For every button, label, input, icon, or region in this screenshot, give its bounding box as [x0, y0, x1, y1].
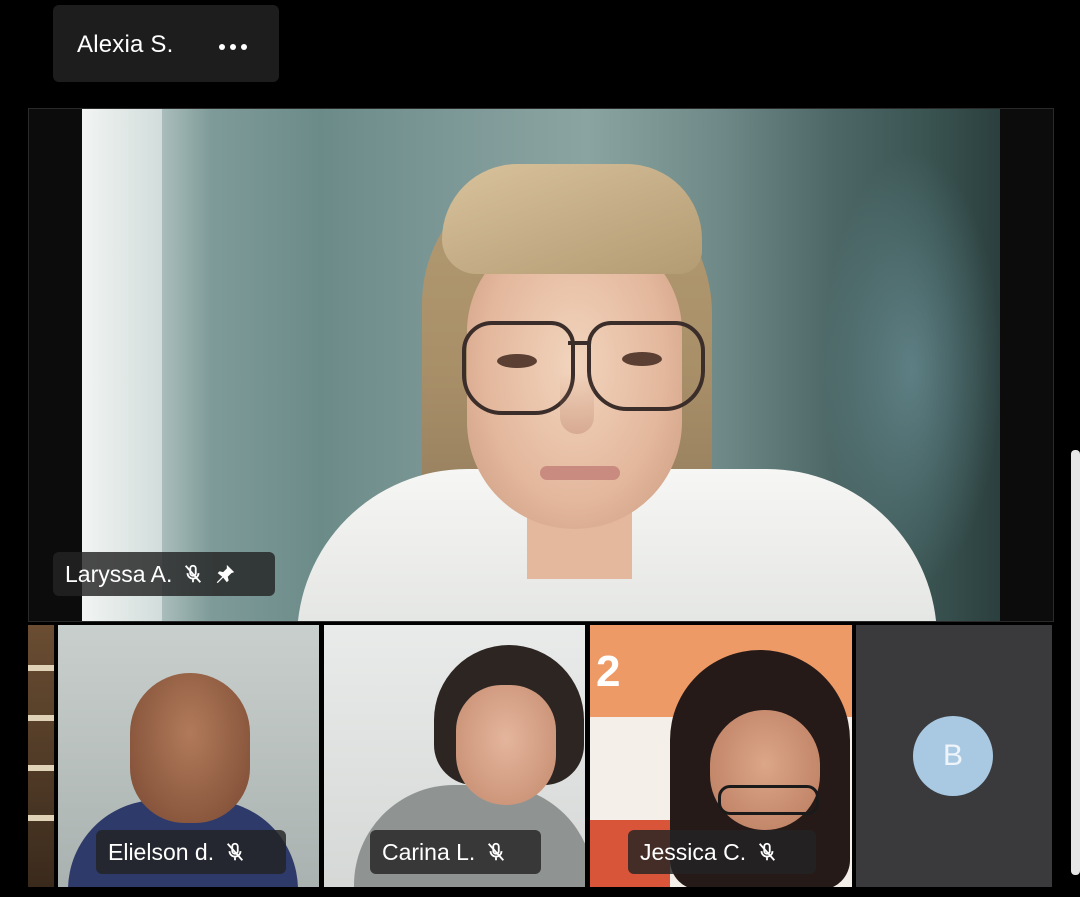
self-name-label: Alexia S.	[77, 31, 174, 58]
main-speaker-name-pill: Laryssa A.	[53, 552, 275, 596]
participant-name: Jessica C.	[640, 838, 747, 865]
pin-icon[interactable]	[214, 563, 236, 585]
speaker-video	[82, 109, 1000, 621]
participant-tile-b[interactable]: B	[856, 625, 1052, 887]
partial-participant-tile[interactable]	[28, 625, 54, 887]
mic-off-icon	[488, 842, 505, 861]
participant-head	[130, 673, 250, 823]
self-view-tile[interactable]: Alexia S.	[53, 5, 279, 82]
participant-name: Elielson d.	[108, 838, 215, 865]
video-background-window	[82, 109, 162, 621]
participant-face	[456, 685, 556, 805]
participant-name-pill: Jessica C.	[628, 830, 816, 874]
speaker-glasses-right	[587, 321, 705, 411]
avatar: B	[913, 716, 993, 796]
participant-name-pill: Elielson d.	[96, 830, 286, 874]
mic-off-icon	[759, 842, 776, 861]
speaker-bangs	[442, 164, 702, 274]
main-speaker-tile[interactable]	[28, 108, 1054, 622]
mic-off-icon	[185, 564, 202, 583]
scrollbar[interactable]	[1071, 450, 1080, 875]
mic-off-icon	[227, 842, 244, 861]
more-horizontal-icon[interactable]	[219, 41, 251, 53]
participant-glasses	[718, 785, 819, 815]
participant-name-pill: Carina L.	[370, 830, 541, 874]
speaker-mouth	[540, 466, 620, 480]
banner-number: 2	[596, 647, 621, 696]
participant-name: Carina L.	[382, 838, 476, 865]
speaker-glasses-bridge	[568, 341, 590, 345]
speaker-nose	[560, 374, 594, 434]
speaker-glasses-left	[462, 321, 575, 415]
main-speaker-name: Laryssa A.	[65, 560, 173, 587]
